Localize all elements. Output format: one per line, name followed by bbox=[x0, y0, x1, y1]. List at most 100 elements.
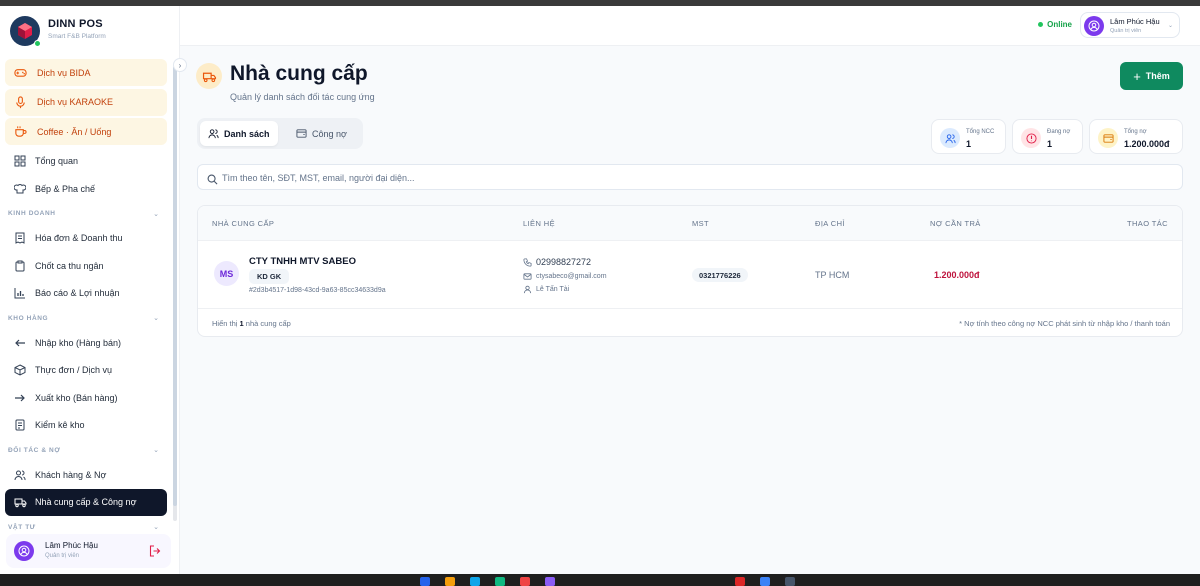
phone-value: 02998827272 bbox=[536, 257, 592, 267]
scrollbar-thumb[interactable] bbox=[173, 66, 177, 506]
section-label: ĐỐI TÁC & NỢ bbox=[8, 446, 61, 454]
sidebar-item-karaoke[interactable]: Dịch vụ KARAOKE bbox=[5, 88, 167, 116]
stat-total-debt: Tổng nợ 1.200.000đ bbox=[1089, 119, 1183, 154]
search-icon bbox=[207, 172, 218, 185]
stat-label: Tổng NCC bbox=[966, 129, 995, 135]
top-bar: Online Lâm Phúc Hậu Quản trị viên ⌄ bbox=[180, 6, 1200, 46]
sidebar-item-label: Thực đơn / Dịch vụ bbox=[35, 365, 112, 376]
sidebar-item-suppliers[interactable]: Nhà cung cấp & Công nợ bbox=[5, 488, 167, 516]
users-icon bbox=[208, 128, 219, 139]
user-name: Lâm Phúc Hậu bbox=[1110, 17, 1160, 26]
sidebar-item-menu[interactable]: Thực đơn / Dịch vụ bbox=[5, 357, 167, 385]
sidebar-item-label: Dịch vụ KARAOKE bbox=[37, 97, 114, 107]
grid-icon bbox=[13, 154, 27, 168]
logout-icon[interactable] bbox=[149, 544, 161, 557]
brand[interactable]: DINN POS Smart F&B Platform bbox=[10, 16, 175, 50]
chevron-down-icon: ⌄ bbox=[153, 524, 159, 531]
tab-label: Danh sách bbox=[224, 128, 270, 139]
online-dot bbox=[34, 40, 41, 47]
column-header-address: ĐỊA CHỈ bbox=[815, 219, 845, 228]
sidebar-nav: Dịch vụ BIDA Dịch vụ KARAOKE Coffee · Ăn… bbox=[5, 59, 167, 538]
supplier-email: ctysabeco@gmail.com bbox=[523, 272, 607, 281]
chevron-down-icon: ⌄ bbox=[1167, 23, 1173, 29]
tab-list[interactable]: Danh sách bbox=[200, 121, 278, 146]
sidebar-item-kitchen[interactable]: Bếp & Pha chế bbox=[5, 175, 167, 203]
section-label: KINH DOANH bbox=[8, 210, 56, 217]
section-kinh-doanh[interactable]: KINH DOANH ⌄ bbox=[5, 203, 167, 225]
sidebar-item-export[interactable]: Xuất kho (Bán hàng) bbox=[5, 384, 167, 412]
tab-debt[interactable]: Công nợ bbox=[288, 121, 355, 146]
representative-value: Lê Tấn Tài bbox=[536, 286, 570, 293]
os-taskbar bbox=[0, 574, 1200, 586]
taskbar-app-icon[interactable] bbox=[445, 577, 455, 586]
section-kho-hang[interactable]: KHO HÀNG ⌄ bbox=[5, 307, 167, 329]
chevron-down-icon: ⌄ bbox=[153, 210, 159, 218]
user-icon bbox=[523, 285, 532, 294]
status-label: Online bbox=[1047, 20, 1072, 29]
sidebar-item-import[interactable]: Nhập kho (Hàng bán) bbox=[5, 329, 167, 357]
sidebar-item-inventory-check[interactable]: Kiểm kê kho bbox=[5, 412, 167, 440]
bar-chart-icon bbox=[13, 286, 27, 300]
user-menu[interactable]: Lâm Phúc Hậu Quản trị viên ⌄ bbox=[1080, 12, 1180, 38]
taskbar-app-icon[interactable] bbox=[545, 577, 555, 586]
sidebar-item-overview[interactable]: Tổng quan bbox=[5, 148, 167, 176]
stat-label: Tổng nợ bbox=[1124, 129, 1147, 135]
collapse-sidebar-button[interactable]: › bbox=[173, 58, 187, 72]
users-icon bbox=[940, 128, 960, 148]
alert-circle-icon bbox=[1021, 128, 1041, 148]
app-window: DINN POS Smart F&B Platform Dịch vụ BIDA… bbox=[0, 6, 1200, 574]
sidebar-item-invoices[interactable]: Hóa đơn & Doanh thu bbox=[5, 225, 167, 253]
column-header-mst: MST bbox=[692, 219, 710, 228]
sidebar-user-card[interactable]: Lâm Phúc Hậu Quản trị viên bbox=[6, 534, 171, 568]
arrow-out-icon bbox=[13, 391, 27, 405]
wallet-icon bbox=[296, 128, 307, 139]
sidebar-item-customers[interactable]: Khách hàng & Nợ bbox=[5, 461, 167, 489]
chevron-down-icon: ⌄ bbox=[153, 447, 159, 454]
supplier-mst: 0321776226 bbox=[692, 268, 748, 282]
row-count-prefix: Hiển thị bbox=[212, 319, 238, 328]
search-input[interactable] bbox=[222, 168, 1162, 188]
taskbar-app-icon[interactable] bbox=[760, 577, 770, 586]
sidebar-item-bida[interactable]: Dịch vụ BIDA bbox=[5, 59, 167, 86]
taskbar-app-icon[interactable] bbox=[785, 577, 795, 586]
clipboard-icon bbox=[13, 259, 27, 273]
sidebar-item-shift-close[interactable]: Chốt ca thu ngân bbox=[5, 252, 167, 280]
section-doi-tac[interactable]: ĐỐI TÁC & NỢ ⌄ bbox=[5, 439, 167, 461]
sidebar-item-label: Dịch vụ BIDA bbox=[37, 67, 91, 78]
user-role: Quản trị viên bbox=[1110, 28, 1142, 34]
sidebar-user-role: Quản trị viên bbox=[45, 553, 80, 559]
row-count-value: 1 bbox=[239, 319, 244, 328]
arrow-in-icon bbox=[13, 336, 27, 350]
mail-icon bbox=[523, 272, 532, 281]
avatar bbox=[1084, 16, 1104, 36]
sidebar-item-label: Hóa đơn & Doanh thu bbox=[35, 233, 123, 244]
sidebar-item-label: Tổng quan bbox=[35, 156, 79, 167]
section-label: KHO HÀNG bbox=[8, 314, 49, 322]
taskbar-app-icon[interactable] bbox=[735, 577, 745, 586]
table-header: NHÀ CUNG CẤP LIÊN HỆ MST ĐỊA CHỈ NỢ CẦN … bbox=[198, 206, 1182, 241]
box-icon bbox=[13, 363, 27, 377]
column-header-actions: THAO TÁC bbox=[1127, 219, 1168, 228]
sidebar-item-coffee[interactable]: Coffee · Ăn / Uống bbox=[5, 118, 167, 145]
supplier-representative: Lê Tấn Tài bbox=[523, 285, 569, 294]
sidebar-scrollbar[interactable] bbox=[173, 66, 177, 521]
taskbar-app-icon[interactable] bbox=[520, 577, 530, 586]
sidebar-item-label: Xuất kho (Bán hàng) bbox=[35, 392, 118, 403]
phone-icon bbox=[523, 257, 532, 267]
chevron-down-icon: ⌄ bbox=[153, 315, 159, 322]
taskbar-app-icon[interactable] bbox=[470, 577, 480, 586]
taskbar-app-icon[interactable] bbox=[420, 577, 430, 586]
coffee-icon bbox=[13, 125, 27, 139]
add-button-label: Thêm bbox=[1145, 71, 1170, 81]
sidebar-item-label: Bếp & Pha chế bbox=[35, 183, 96, 194]
table-row[interactable]: MS CTY TNHH MTV SABEO KD GK #2d3b4517-1d… bbox=[198, 241, 1182, 309]
supplier-debt: 1.200.000đ bbox=[934, 270, 980, 280]
page-title: Nhà cung cấp bbox=[230, 62, 368, 85]
avatar bbox=[14, 541, 34, 561]
add-supplier-button[interactable]: + Thêm bbox=[1120, 62, 1183, 90]
search-box bbox=[197, 164, 1183, 190]
sidebar-item-label: Nhập kho (Hàng bán) bbox=[35, 337, 122, 348]
taskbar-app-icon[interactable] bbox=[495, 577, 505, 586]
status-dot bbox=[1038, 22, 1044, 27]
sidebar-item-reports[interactable]: Báo cáo & Lợi nhuận bbox=[5, 280, 167, 308]
